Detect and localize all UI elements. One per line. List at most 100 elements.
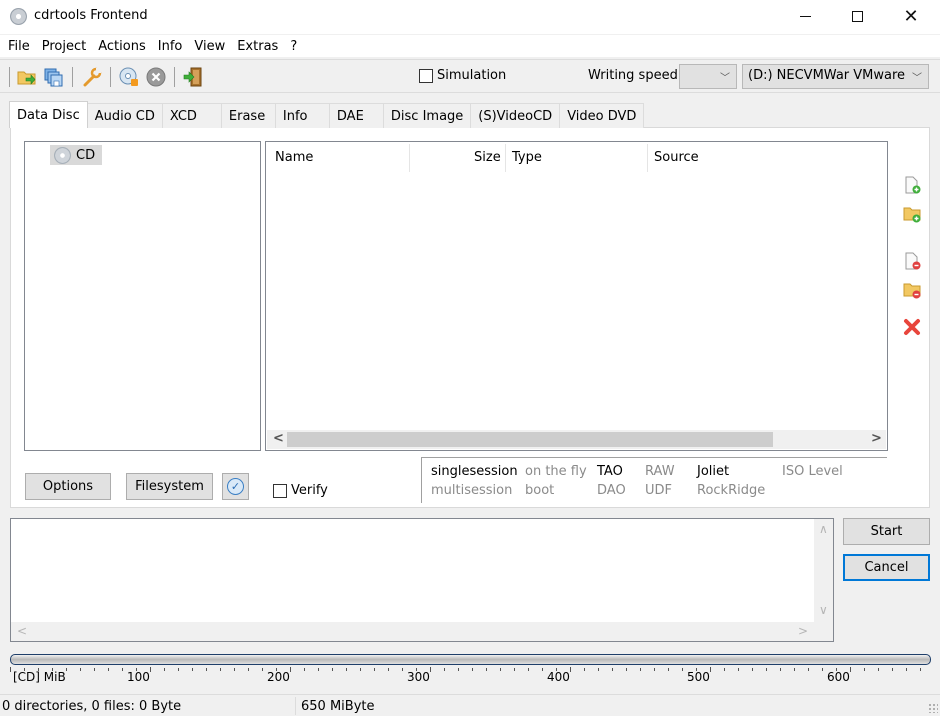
disc-tree[interactable]: CD [24,141,261,451]
scale-tick [150,667,151,672]
tab-video-dvd[interactable]: Video DVD [559,103,645,128]
scale-tick [458,668,459,671]
clear-all-icon[interactable] [903,318,921,336]
opt-tao: TAO [597,464,623,479]
scale-tick [234,668,235,671]
scale-tick [766,668,767,671]
menu-project[interactable]: Project [36,39,92,54]
menu-extras[interactable]: Extras [231,39,284,54]
filesystem-button[interactable]: Filesystem [126,473,213,500]
column-header-size[interactable]: Size [474,150,501,165]
log-horizontal-scrollbar[interactable]: < > [11,622,833,641]
maximize-icon [851,10,863,22]
resize-grip[interactable] [928,703,938,713]
chevron-down-icon: ﹀ [720,73,730,84]
remove-folder-icon[interactable] [903,281,921,299]
column-header-type[interactable]: Type [512,150,542,165]
scale-tick [430,667,431,672]
menu-info[interactable]: Info [152,39,189,54]
cancel-button[interactable]: Cancel [843,554,930,581]
status-separator [295,697,296,715]
scale-label: 200 [267,670,290,684]
simulation-checkbox[interactable] [419,69,433,83]
scroll-left-icon[interactable]: < [273,431,284,446]
tab-svideocd[interactable]: (S)VideoCD [470,103,561,128]
column-header-source[interactable]: Source [654,150,699,165]
tab-audio-cd[interactable]: Audio CD [86,103,163,128]
scale-tick [626,668,627,671]
scale-tick [290,667,291,672]
column-separator[interactable] [647,144,648,172]
column-header-name[interactable]: Name [275,150,313,165]
column-separator[interactable] [505,144,506,172]
remove-file-icon[interactable] [903,252,921,270]
scroll-right-icon[interactable]: > [871,431,882,446]
menu-file[interactable]: File [2,39,36,54]
scale-tick [80,668,81,671]
scale-tick [66,668,67,671]
settings-wrench-icon[interactable] [82,67,102,87]
chevron-down-icon: ﹀ [912,73,922,84]
horizontal-scrollbar[interactable]: < > [267,430,886,449]
menu-view[interactable]: View [188,39,231,54]
writing-speed-select[interactable]: ﹀ [679,64,737,89]
scale-tick [388,668,389,671]
scale-tick [94,668,95,671]
close-button[interactable]: ✕ [888,0,934,32]
scale-tick [528,668,529,671]
scroll-right-icon[interactable]: > [798,624,808,638]
tab-erase[interactable]: Erase [220,103,276,128]
tab-xcd[interactable]: XCD [161,103,222,128]
cd-icon [54,146,71,164]
file-list[interactable]: Name Size Type Source < > [265,141,888,451]
opt-rockridge: RockRidge [697,483,766,498]
column-separator[interactable] [409,144,410,172]
scale-tick [192,668,193,671]
scroll-left-icon[interactable]: < [17,624,27,638]
tab-dae[interactable]: DAE [328,103,384,128]
scale-tick [640,668,641,671]
scale-tick [304,668,305,671]
scale-label: 500 [687,670,710,684]
options-button[interactable]: Options [25,473,111,500]
scroll-down-icon[interactable]: ∨ [819,603,828,617]
add-folder-icon[interactable] [903,205,921,223]
tree-node-cd[interactable]: CD [50,145,102,165]
toolbar-separator [9,67,10,87]
scale-tick [864,668,865,671]
stop-icon[interactable] [146,67,166,87]
writing-speed-label: Writing speed [588,68,678,83]
scale-tick [570,667,571,672]
scroll-up-icon[interactable]: ∧ [819,522,828,536]
log-output[interactable]: ∧ ∨ < > [10,518,834,642]
open-project-icon[interactable] [17,67,37,87]
save-project-icon[interactable] [44,67,64,87]
tab-data-disc[interactable]: Data Disc [9,101,88,128]
add-file-icon[interactable] [903,176,921,194]
opt-raw: RAW [645,464,675,479]
maximize-button[interactable] [834,0,880,32]
scale-tick [472,668,473,671]
checkmark-icon: ✓ [227,478,244,495]
opt-boot: boot [525,483,555,498]
log-vertical-scrollbar[interactable]: ∧ ∨ [814,519,833,622]
check-button[interactable]: ✓ [222,473,249,500]
scale-tick [850,667,851,672]
tab-bar: Data Disc Audio CD XCD Erase Info DAE Di… [9,101,645,128]
exit-icon[interactable] [183,67,203,87]
tab-disc-image[interactable]: Disc Image [382,103,472,128]
status-files: 0 directories, 0 files: 0 Byte [2,699,182,714]
start-button[interactable]: Start [843,518,930,545]
minimize-icon [799,15,811,17]
verify-checkbox[interactable] [273,484,287,498]
minimize-button[interactable] [782,0,828,32]
scrollbar-thumb[interactable] [287,432,773,447]
scale-tick [654,668,655,671]
tab-info[interactable]: Info [274,103,330,128]
menu-actions[interactable]: Actions [92,39,152,54]
scale-label: 100 [127,670,150,684]
scale-tick [486,668,487,671]
menu-help[interactable]: ? [284,39,303,54]
drive-select[interactable]: (D:) NECVMWar VMware IDE CDR10 ﹀ [742,64,929,89]
burn-disc-icon[interactable] [119,67,139,87]
